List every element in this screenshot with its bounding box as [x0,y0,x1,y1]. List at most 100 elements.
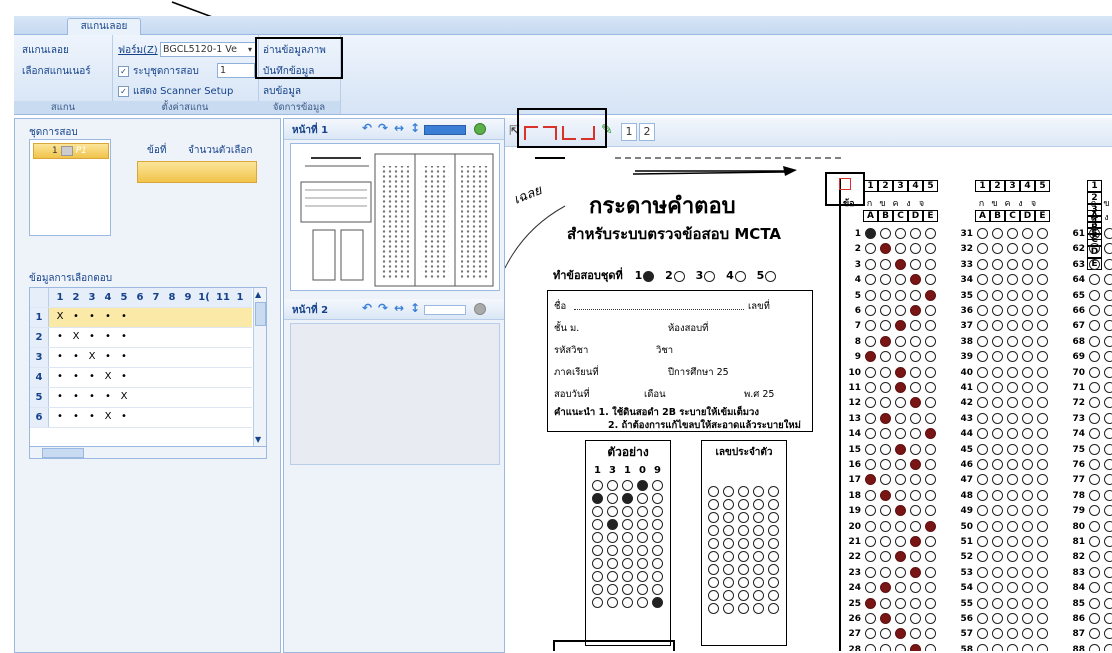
page1-thumbnail[interactable] [290,143,500,291]
set-number-input[interactable]: 1 [217,63,255,78]
answer-row: 69 [1067,351,1112,366]
flip-vertical-icon[interactable]: ↕ [410,121,420,135]
grid-cell[interactable]: • [54,331,66,342]
grid-cell[interactable]: X [118,391,130,402]
example-bubble [652,584,663,595]
answer-bubble [925,459,936,470]
grid-cell[interactable]: • [118,311,130,322]
id-bubble [753,512,764,523]
choice-grid[interactable]: 1 2 3 4 5 6 7 8 9 1( 11 1 1 X • • • • 2 • X • • • 3 •… [29,287,267,447]
rotate-right-icon[interactable]: ↷ [378,121,388,135]
page-button-1[interactable]: 1 [621,123,637,141]
scanner-setup-option[interactable]: ✓ แสดง Scanner Setup [118,84,233,99]
grid-cell[interactable]: • [54,391,66,402]
chevron-down-icon[interactable]: ▾ [248,43,252,56]
delete-data-button[interactable]: ลบข้อมูล [263,84,301,99]
grid-row[interactable]: 2 • X • • • [30,328,252,348]
h-scrollbar-thumb[interactable] [42,448,84,458]
set-checkbox[interactable]: ✓ [118,65,129,77]
form-select[interactable]: BGCL5120-1 Ve ▾ [160,42,256,57]
grid-cell[interactable]: • [70,411,82,422]
answer-bubble [992,412,1003,424]
example-digit: 9 [654,465,661,476]
set-list[interactable]: 1 P1 [29,139,111,236]
scanner-setup-label: แสดง Scanner Setup [133,86,234,97]
answer-col-number: 1 [975,180,990,192]
grid-cell[interactable]: • [86,391,98,402]
grid-cell[interactable]: • [70,311,82,322]
scrollbar-thumb[interactable] [255,302,266,326]
answer-row-number: 27 [848,629,861,640]
grid-row[interactable]: 5 • • • • X [30,388,252,408]
rotate-left-icon[interactable]: ↶ [362,301,372,315]
answer-bubble [1037,258,1048,270]
grid-cell[interactable]: • [102,351,114,362]
answer-bubble [925,320,936,332]
number-label: เลขที่ [748,301,770,312]
grid-cell[interactable]: • [86,331,98,342]
example-bubble [592,558,603,569]
grid-cell[interactable]: • [70,351,82,362]
page-button-2[interactable]: 2 [639,123,655,141]
answer-bubble [977,443,988,455]
answer-row-number: 34 [960,275,973,286]
grid-row[interactable]: 4 • • • X • [30,368,252,388]
grid-cell[interactable]: X [54,311,66,322]
scanner-setup-checkbox[interactable]: ✓ [118,85,129,97]
flip-horizontal-icon[interactable]: ↔ [394,301,404,315]
answer-bubble [992,289,1003,301]
grid-cell[interactable]: • [70,391,82,402]
grid-cell[interactable]: • [118,371,130,382]
vertical-scrollbar[interactable]: ▲ ▼ [253,288,266,446]
answer-bubble [865,382,876,393]
grid-cell[interactable]: • [86,311,98,322]
grid-cell[interactable]: • [118,411,130,422]
zoom-slider[interactable] [424,305,466,315]
answer-bubble [1037,366,1048,378]
flip-horizontal-icon[interactable]: ↔ [394,121,404,135]
rotate-right-icon[interactable]: ↷ [378,301,388,315]
answer-col-number: 1 [1087,180,1102,192]
grid-cell[interactable]: • [102,311,114,322]
answer-bubble [880,335,891,347]
grid-cell[interactable]: • [54,351,66,362]
page2-thumbnail[interactable] [290,323,500,465]
scroll-down-icon[interactable]: ▼ [255,435,261,444]
grid-cell[interactable]: • [118,331,130,342]
scroll-up-icon[interactable]: ▲ [255,290,261,299]
horizontal-scrollbar[interactable] [29,446,267,459]
grid-cell[interactable]: X [86,351,98,362]
rotate-left-icon[interactable]: ↶ [362,121,372,135]
select-scanner-button[interactable]: เลือกสแกนเนอร์ [22,64,91,79]
selected-item-row[interactable] [137,161,257,183]
answer-bubble [992,459,1003,470]
flip-vertical-icon[interactable]: ↕ [410,301,420,315]
grid-cell[interactable]: X [102,411,114,422]
ribbon-tab-scan[interactable]: สแกนเลอย [67,18,141,35]
answer-row-number: 70 [1072,367,1085,378]
set-option[interactable]: ✓ ระบุชุดการสอบ [118,64,199,79]
answer-row: 3 [843,258,938,274]
zoom-slider[interactable] [424,125,466,135]
grid-row[interactable]: 3 • • X • • [30,348,252,368]
scan-now-button[interactable]: สแกนเลอย [22,43,69,58]
grid-cell[interactable]: • [118,351,130,362]
grid-cell[interactable]: • [54,411,66,422]
answer-bubble [992,428,1003,440]
grid-cell[interactable]: • [86,411,98,422]
grid-cell[interactable]: • [102,391,114,402]
answer-bubble [1007,613,1018,624]
answer-bubble [992,228,1003,239]
grid-row[interactable]: 6 • • • X • [30,408,252,428]
id-bubble [708,538,719,549]
answer-row-number: 2 [854,244,861,255]
grid-cell[interactable]: • [70,371,82,382]
grid-cell[interactable]: • [102,331,114,342]
answer-bubble [865,489,876,501]
grid-cell[interactable]: • [54,371,66,382]
set-list-item[interactable]: 1 P1 [33,143,109,159]
grid-cell[interactable]: • [86,371,98,382]
grid-row[interactable]: 1 X • • • • [30,308,252,328]
grid-cell[interactable]: X [70,331,82,342]
grid-cell[interactable]: X [102,371,114,382]
